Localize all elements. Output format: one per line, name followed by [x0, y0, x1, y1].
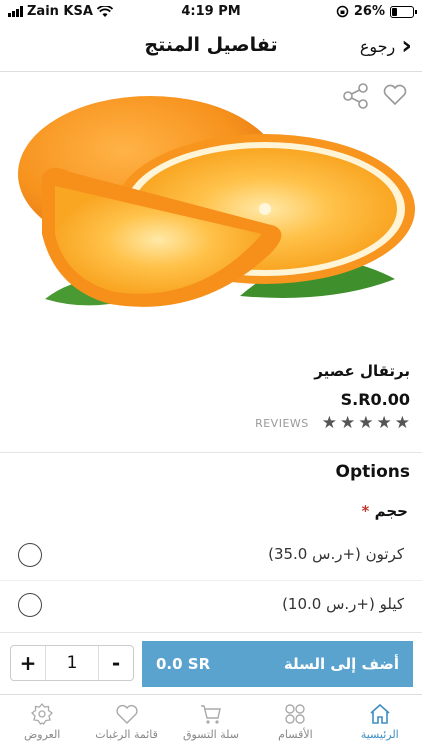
- reviews-link[interactable]: REVIEWS: [255, 417, 309, 430]
- share-icon[interactable]: [342, 82, 370, 114]
- decrease-button[interactable]: -: [99, 646, 133, 680]
- battery-icon: [390, 5, 417, 18]
- star-icon: ★: [358, 413, 374, 433]
- option-label: كيلو (+ر.س 10.0): [282, 595, 404, 613]
- battery-info: 26%: [336, 4, 417, 19]
- tab-cart[interactable]: سلة التسوق: [169, 695, 253, 750]
- product-image: [18, 96, 415, 307]
- star-rating: ★ ★ ★ ★ ★: [322, 415, 410, 432]
- star-icon: ★: [394, 413, 410, 433]
- product-price: S.R0.00: [340, 390, 410, 409]
- add-to-cart-label: أضف إلى السلة: [283, 655, 399, 673]
- cart-total: 0.0 SR: [156, 655, 211, 673]
- home-icon: [370, 703, 390, 724]
- option-group-label: حجم *: [356, 502, 408, 520]
- back-label: رجوع: [359, 36, 396, 56]
- add-to-cart-bar: + 1 - 0.0 SR أضف إلى السلة: [0, 632, 422, 694]
- quantity-stepper: + 1 -: [10, 645, 134, 681]
- tab-label: الأقسام: [278, 728, 313, 741]
- tab-wishlist[interactable]: قائمة الرغبات: [84, 695, 168, 750]
- tab-label: الرئيسية: [360, 728, 399, 741]
- heart-icon[interactable]: [382, 82, 408, 114]
- option-row[interactable]: كرتون (+ر.س 35.0): [0, 536, 422, 576]
- add-to-cart-button[interactable]: 0.0 SR أضف إلى السلة: [142, 641, 413, 687]
- tab-offers[interactable]: العروض: [0, 695, 84, 750]
- options-title: Options: [335, 462, 410, 482]
- tab-categories[interactable]: الأقسام: [253, 695, 337, 750]
- star-icon: ★: [376, 413, 392, 433]
- image-actions: [342, 82, 408, 114]
- back-button[interactable]: رجوع ›: [359, 31, 412, 61]
- required-mark: *: [361, 502, 370, 520]
- heart-icon: [116, 704, 138, 724]
- status-bar: Zain KSA 4:19 PM 26%: [0, 0, 422, 24]
- page-title: تفاصيل المنتج: [144, 34, 278, 56]
- orientation-lock-icon: [336, 5, 349, 18]
- option-row[interactable]: كيلو (+ر.س 10.0): [0, 586, 422, 626]
- increase-button[interactable]: +: [11, 646, 45, 680]
- star-icon: ★: [340, 413, 356, 433]
- tab-bar: الرئيسية الأقسام سلة التسوق قائمة الرغبا…: [0, 694, 422, 750]
- product-info: برتقال عصير S.R0.00 REVIEWS ★ ★ ★ ★ ★: [12, 362, 410, 432]
- cart-icon: [200, 705, 221, 724]
- radio-button[interactable]: [18, 593, 42, 617]
- rating-row: REVIEWS ★ ★ ★ ★ ★: [12, 415, 410, 432]
- option-label: كرتون (+ر.س 35.0): [268, 545, 404, 563]
- battery-fill: [392, 7, 398, 16]
- grid-icon: [285, 704, 306, 724]
- star-icon: ★: [321, 413, 337, 433]
- navigation-bar: تفاصيل المنتج رجوع ›: [0, 24, 422, 72]
- divider: [0, 580, 422, 581]
- tab-label: قائمة الرغبات: [95, 728, 158, 741]
- option-group-name: حجم: [374, 502, 408, 520]
- battery-percent: 26%: [353, 4, 385, 19]
- chevron-right-icon: ›: [401, 31, 412, 61]
- tab-home[interactable]: الرئيسية: [338, 695, 422, 750]
- offers-icon: [31, 703, 54, 725]
- product-name: برتقال عصير: [314, 362, 410, 380]
- quantity-value[interactable]: 1: [45, 646, 99, 680]
- tab-label: العروض: [23, 728, 61, 741]
- radio-button[interactable]: [18, 543, 42, 567]
- divider: [0, 452, 422, 453]
- tab-label: سلة التسوق: [182, 728, 239, 741]
